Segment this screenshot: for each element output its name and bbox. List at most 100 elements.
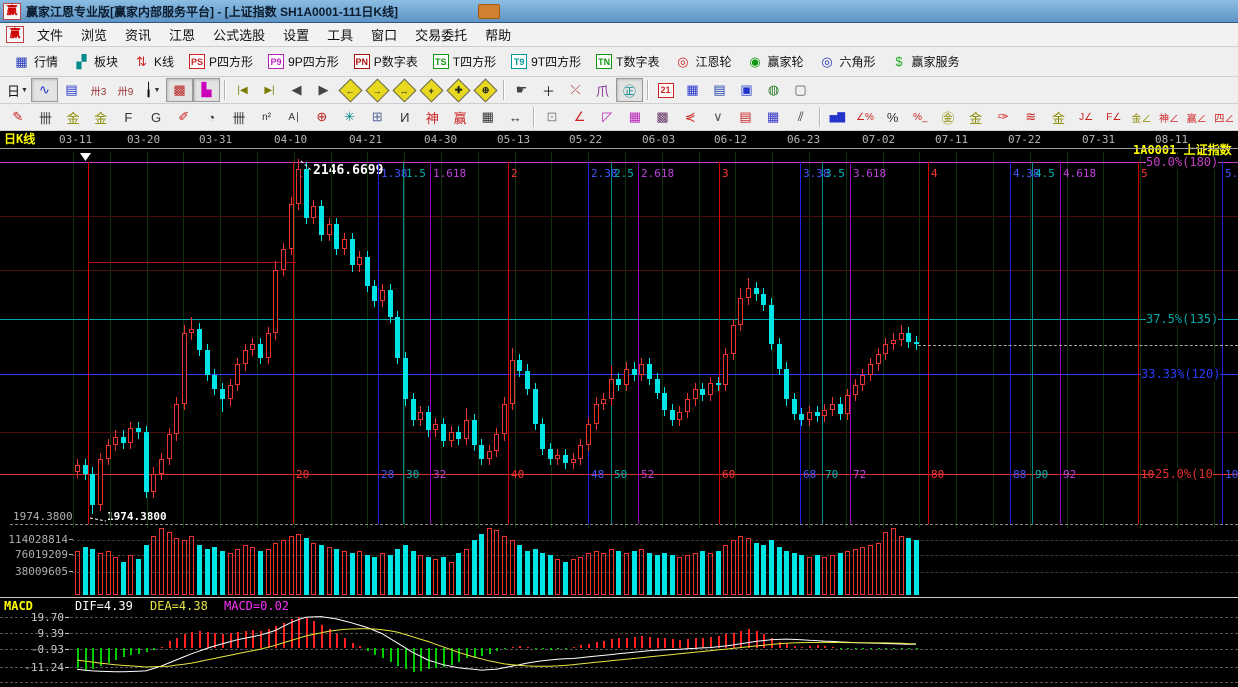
shen-tool-button[interactable]: 神 bbox=[419, 105, 447, 129]
menu-item-5[interactable]: 设置 bbox=[274, 23, 318, 46]
angle-lines-icon: ⋞ bbox=[684, 109, 696, 124]
p-square-button[interactable]: PS P四方形 bbox=[182, 51, 260, 72]
first-page-button[interactable]: |◀ bbox=[229, 78, 256, 102]
starburst-button[interactable]: ✳ bbox=[336, 105, 364, 129]
menu-item-8[interactable]: 交易委托 bbox=[406, 23, 476, 46]
erase-line-button[interactable]: ⤫ bbox=[562, 78, 589, 102]
four-angle-button[interactable]: 四∠ bbox=[1211, 105, 1238, 129]
calendar-21-button[interactable]: 21 bbox=[652, 78, 679, 102]
circle-cross-button[interactable]: ⊕ bbox=[308, 105, 336, 129]
gann-angle-tool-button[interactable]: 爪 bbox=[589, 78, 616, 102]
zoom-in-button[interactable]: + bbox=[418, 77, 445, 103]
corner-fan-button[interactable]: ◸ bbox=[593, 105, 621, 129]
period-daily-button[interactable]: 日 ▼ bbox=[4, 78, 31, 102]
menu-item-3[interactable]: 江恩 bbox=[160, 23, 204, 46]
floating-widget[interactable] bbox=[478, 4, 500, 19]
v-wave-button[interactable]: ∨ bbox=[704, 105, 732, 129]
shen-angle-button[interactable]: 神∠ bbox=[1155, 105, 1183, 129]
fib-f-lines-button[interactable]: F bbox=[115, 105, 143, 129]
zoom-horizontal-button[interactable]: ↔ bbox=[391, 77, 418, 103]
red-fan-button[interactable]: ∠ bbox=[566, 105, 594, 129]
hexagon-button[interactable]: ◎ 六角形 bbox=[812, 51, 883, 72]
gold-line-button[interactable]: 金 bbox=[962, 105, 990, 129]
square-frame-button[interactable]: ⊡ bbox=[538, 105, 566, 129]
scroll-right-button[interactable]: → bbox=[364, 77, 391, 103]
menu-item-6[interactable]: 工具 bbox=[318, 23, 362, 46]
wave-count-3-button[interactable]: 卅3 bbox=[85, 78, 112, 102]
column-stats-button[interactable]: ▅▇ bbox=[824, 105, 852, 129]
angle-a-button[interactable]: A∣ bbox=[280, 105, 308, 129]
info-panel-button[interactable]: ▤ bbox=[58, 78, 85, 102]
t-square-button[interactable]: TS T四方形 bbox=[426, 51, 503, 72]
remote-pc-button[interactable]: ▢ bbox=[787, 78, 814, 102]
save-button[interactable]: ▣ bbox=[733, 78, 760, 102]
zoom-out-button[interactable]: ✚ bbox=[445, 77, 472, 103]
notes-button[interactable]: ▤ bbox=[706, 78, 733, 102]
pan-hand-button[interactable]: ☛ bbox=[508, 78, 535, 102]
candle-style-button[interactable]: ╽ ▼ bbox=[139, 78, 166, 102]
ink-brush-button[interactable]: ✑ bbox=[989, 105, 1017, 129]
menu-item-0[interactable]: 文件 bbox=[28, 23, 72, 46]
cycle-clock-button[interactable]: ◔ bbox=[197, 105, 225, 129]
magenta-grid-button[interactable]: ▦ bbox=[621, 105, 649, 129]
menu-item-7[interactable]: 窗口 bbox=[362, 23, 406, 46]
crosshair-button[interactable]: ＋ bbox=[535, 78, 562, 102]
ninet-square-button[interactable]: T9 9T四方形 bbox=[504, 51, 588, 72]
spiral-button[interactable]: G bbox=[142, 105, 170, 129]
blue-grid-button[interactable]: ▦ bbox=[759, 105, 787, 129]
p-number-table-button[interactable]: PN P数字表 bbox=[347, 51, 425, 72]
menu-item-4[interactable]: 公式选股 bbox=[204, 23, 274, 46]
red-knife-button[interactable]: ✐ bbox=[170, 105, 198, 129]
red-grid-button[interactable]: ▤ bbox=[732, 105, 760, 129]
trend-zigzag-button[interactable]: ∿ bbox=[31, 78, 58, 102]
gold-angle-button[interactable]: 金 bbox=[1045, 105, 1073, 129]
grid-123-button[interactable]: ▦ bbox=[474, 105, 502, 129]
gann-wheel-button[interactable]: ◎ 江恩轮 bbox=[667, 51, 738, 72]
menu-item-1[interactable]: 浏览 bbox=[72, 23, 116, 46]
prev-bar-button[interactable]: ◀ bbox=[283, 78, 310, 102]
percent-slope-button[interactable]: ∠% bbox=[851, 105, 879, 129]
menu-item-2[interactable]: 资讯 bbox=[116, 23, 160, 46]
ninep-square-button[interactable]: P9 9P四方形 bbox=[261, 51, 346, 72]
span-arrow-icon: ↔ bbox=[508, 109, 522, 125]
j-angle-button[interactable]: J∠ bbox=[1072, 105, 1100, 129]
gold-ratio2-button[interactable]: 金 bbox=[87, 105, 115, 129]
winner-service-button[interactable]: $ 赢家服务 bbox=[884, 51, 967, 72]
gann-mosaic-button[interactable]: ▩ bbox=[166, 78, 193, 102]
winner-wheel-button[interactable]: ◉ 赢家轮 bbox=[739, 51, 810, 72]
zoom-fit-button[interactable]: ⊕ bbox=[472, 77, 499, 103]
n-square-button[interactable]: n² bbox=[253, 105, 281, 129]
quotes-button[interactable]: ▦ 行情 bbox=[6, 51, 65, 72]
comb2-button[interactable]: 卌 bbox=[225, 105, 253, 129]
wave-count-9-button[interactable]: 卅9 bbox=[112, 78, 139, 102]
span-arrow-button[interactable]: ↔ bbox=[502, 105, 530, 129]
ying-tool-button[interactable]: 赢 bbox=[446, 105, 474, 129]
parallel-lines-button[interactable]: ⫽ bbox=[787, 105, 815, 129]
paint-knife-button[interactable]: ✎ bbox=[4, 105, 32, 129]
dark-grid-button[interactable]: ▩ bbox=[649, 105, 677, 129]
scroll-left-button[interactable]: ← bbox=[337, 77, 364, 103]
zigzag-n-button[interactable]: И bbox=[391, 105, 419, 129]
t-number-table-button[interactable]: TN T数字表 bbox=[589, 51, 666, 72]
gold-angle2-button[interactable]: 金∠ bbox=[1128, 105, 1156, 129]
gold-ratio-button[interactable]: 金 bbox=[59, 105, 87, 129]
kline-button[interactable]: ⇅ K线 bbox=[126, 51, 181, 72]
grid-comb-button[interactable]: 卌 bbox=[32, 105, 60, 129]
gold-circle-button[interactable]: ㊎ bbox=[934, 105, 962, 129]
web-search-button[interactable]: ◍ bbox=[760, 78, 787, 102]
angle-lines-button[interactable]: ⋞ bbox=[676, 105, 704, 129]
ying-angle-button[interactable]: 赢∠ bbox=[1183, 105, 1211, 129]
calculator-button[interactable]: ▦ bbox=[679, 78, 706, 102]
percent-button[interactable]: % bbox=[879, 105, 907, 129]
sectors-button[interactable]: ▞ 板块 bbox=[66, 51, 125, 72]
menu-item-9[interactable]: 帮助 bbox=[476, 23, 520, 46]
next-bar-button[interactable]: ▶ bbox=[310, 78, 337, 102]
grid-target-button[interactable]: ⊞ bbox=[363, 105, 391, 129]
percent-line-button[interactable]: %_ bbox=[906, 105, 934, 129]
chart-area[interactable]: 日K线 1A0001 上证指数 2146.6699 1974.3800 1974… bbox=[0, 131, 1238, 687]
f-angle-button[interactable]: F∠ bbox=[1100, 105, 1128, 129]
smart-brain-button[interactable]: ㊣ bbox=[616, 78, 643, 102]
red-wave-button[interactable]: ≋ bbox=[1017, 105, 1045, 129]
last-page-button[interactable]: ▶| bbox=[256, 78, 283, 102]
volume-histogram-button[interactable]: ▙ bbox=[193, 78, 220, 102]
